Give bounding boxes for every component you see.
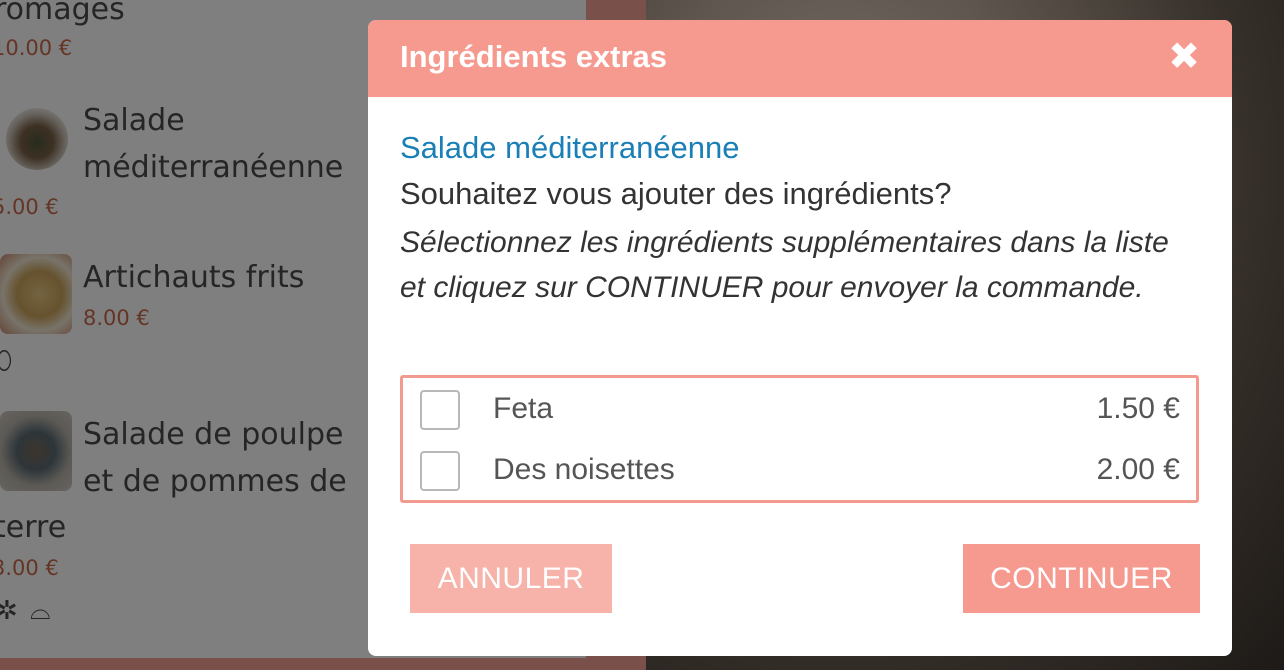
continue-button[interactable]: CONTINUER <box>963 544 1200 613</box>
extra-checkbox[interactable] <box>420 451 460 491</box>
extra-ingredients-dialog: Ingrédients extras ✖ Salade méditerranée… <box>368 20 1232 656</box>
instructions-text: Sélectionnez les ingrédients supplémenta… <box>400 226 1169 304</box>
extra-label: Feta <box>493 392 554 425</box>
dialog-header: Ingrédients extras ✖ <box>368 20 1232 97</box>
question-text: Souhaitez vous ajouter des ingrédients? <box>400 176 952 211</box>
extra-price: 1.50 € <box>1096 392 1180 425</box>
dish-name: Salade méditerranéenne <box>400 130 740 165</box>
extra-checkbox[interactable] <box>420 390 460 430</box>
extra-price: 2.00 € <box>1096 453 1180 486</box>
extras-list: Feta 1.50 € Des noisettes 2.00 € <box>400 375 1199 503</box>
extra-option-noisettes[interactable]: Des noisettes 2.00 € <box>403 441 1196 495</box>
close-icon[interactable]: ✖ <box>1166 37 1202 75</box>
extra-option-feta[interactable]: Feta 1.50 € <box>403 380 1196 434</box>
dialog-title: Ingrédients extras <box>400 39 668 74</box>
cancel-button[interactable]: ANNULER <box>410 544 612 613</box>
extra-label: Des noisettes <box>493 453 675 486</box>
